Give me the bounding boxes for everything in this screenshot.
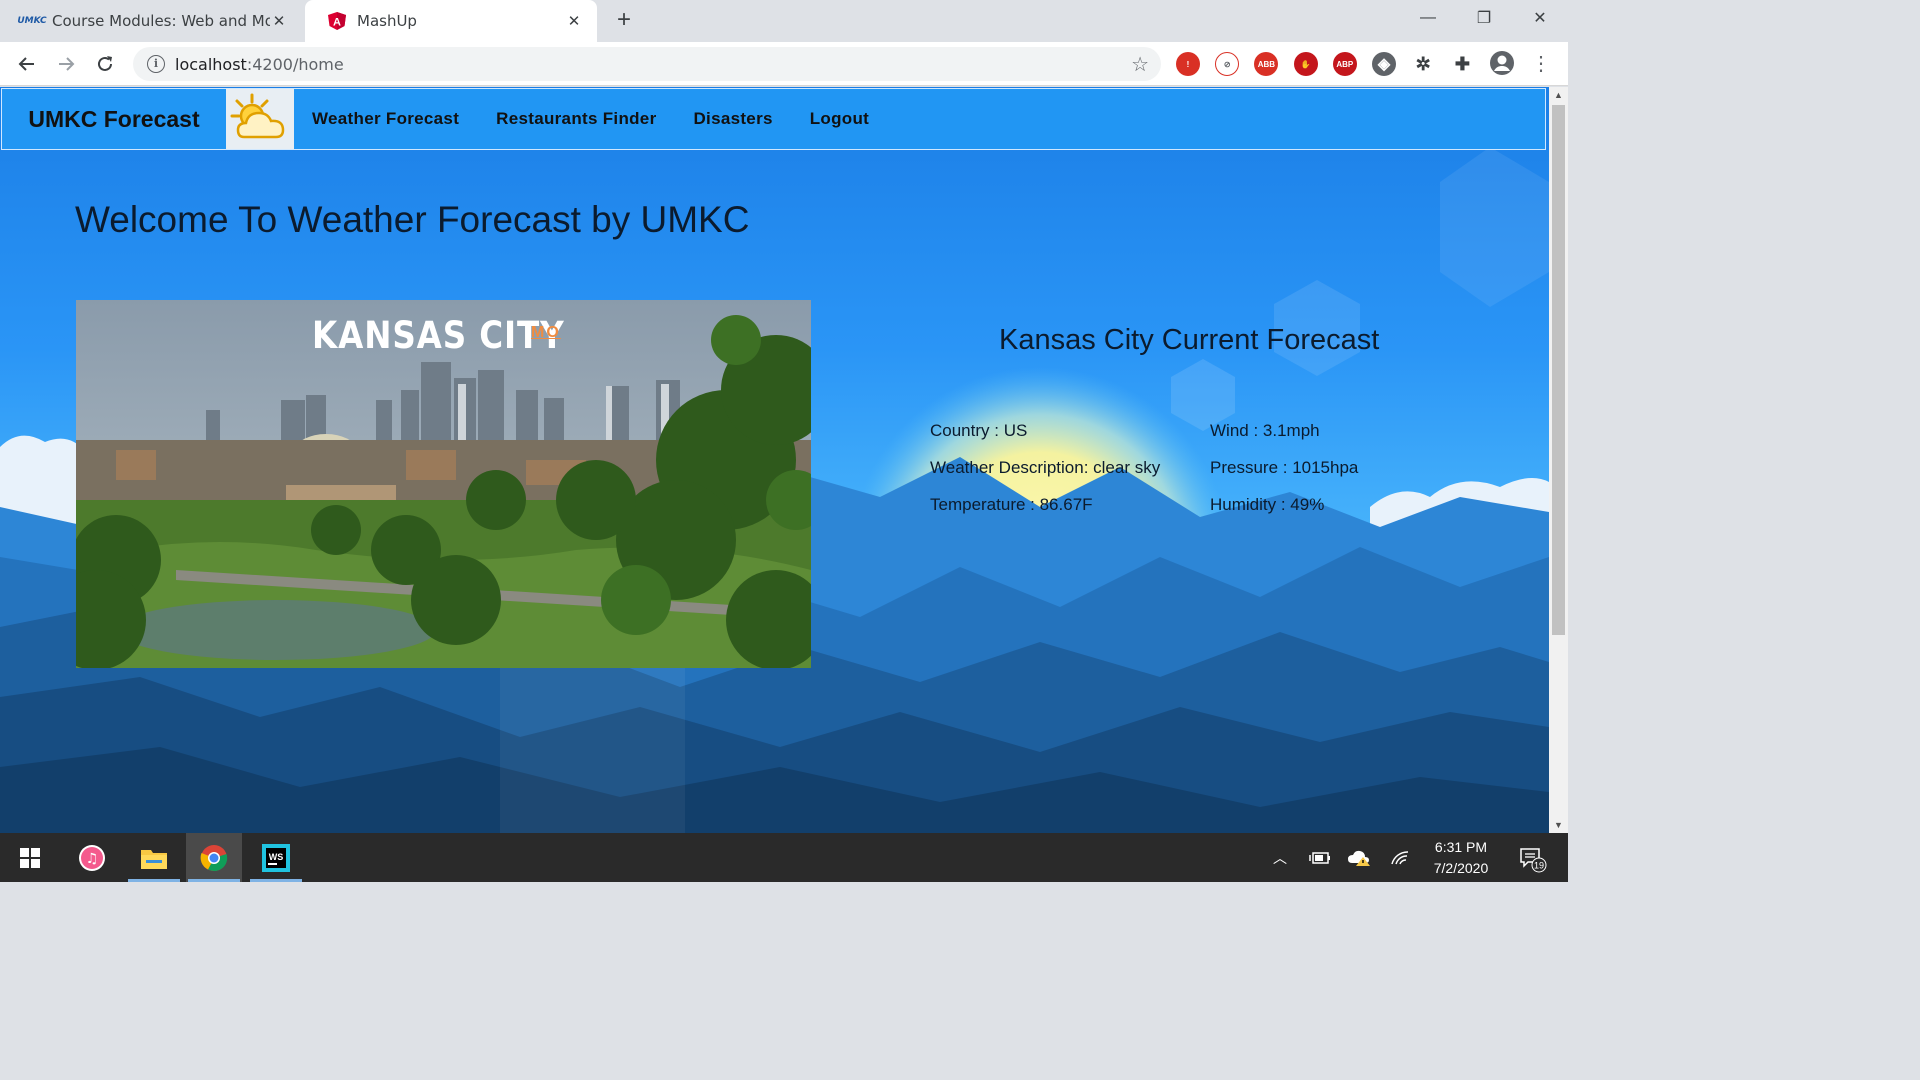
nav-restaurants-finder[interactable]: Restaurants Finder (478, 89, 675, 149)
forecast-description: Weather Description: clear sky (930, 458, 1161, 477)
file-explorer-icon[interactable] (126, 833, 182, 882)
forecast-temperature: Temperature : 86.67F (930, 495, 1093, 514)
brand-title[interactable]: UMKC Forecast (2, 89, 226, 149)
weather-logo-icon (226, 89, 294, 149)
bug-icon[interactable]: ✲ (1411, 52, 1436, 76)
angular-favicon: A (327, 11, 347, 31)
page-title: Welcome To Weather Forecast by UMKC (75, 199, 750, 240)
address-bar[interactable]: i localhost:4200/home ☆ (133, 47, 1161, 81)
city-name-caption: KANSAS CITY (312, 314, 565, 357)
bookmark-star-icon[interactable]: ☆ (1131, 52, 1149, 77)
close-tab-icon[interactable]: ✕ (565, 12, 583, 30)
city-skyline-image: KANSAS CITY MO (76, 300, 811, 668)
scrollbar-thumb[interactable] (1552, 105, 1565, 635)
tab-title: Course Modules: Web and Mobil (52, 12, 270, 30)
windows-taskbar: ♫ WS ︿ 6:31 PM 7/2/2020 19 (0, 833, 1568, 882)
new-tab-button[interactable]: + (610, 6, 638, 34)
chrome-icon[interactable] (186, 833, 242, 882)
webstorm-icon[interactable]: WS (248, 833, 304, 882)
forecast-country: Country : US (930, 421, 1028, 440)
nav-disasters[interactable]: Disasters (675, 89, 791, 149)
url-path: :4200/home (246, 54, 344, 74)
url-host: localhost (175, 54, 247, 74)
reload-icon[interactable] (91, 50, 119, 78)
profile-avatar-icon[interactable] (1488, 50, 1516, 78)
menu-kebab-icon[interactable]: ⋮ (1527, 50, 1555, 78)
minimize-button[interactable]: — (1400, 0, 1456, 36)
forecast-title: Kansas City Current Forecast (999, 324, 1380, 356)
forecast-pressure: Pressure : 1015hpa (1210, 458, 1359, 477)
itunes-icon[interactable]: ♫ (64, 833, 120, 882)
tab-strip: UMKC Course Modules: Web and Mobil ✕ A M… (0, 0, 1568, 42)
top-navbar: UMKC Forecast Weather Forecast Restauran… (1, 88, 1546, 150)
puzzle-icon[interactable]: ✚ (1450, 52, 1475, 76)
onedrive-warning-icon[interactable] (1344, 833, 1374, 882)
svg-text:WS: WS (269, 852, 284, 862)
battery-icon[interactable] (1306, 833, 1334, 882)
system-clock[interactable]: 6:31 PM 7/2/2020 (1418, 837, 1504, 879)
close-tab-icon[interactable]: ✕ (270, 12, 288, 30)
forecast-humidity: Humidity : 49% (1210, 495, 1325, 514)
clock-date: 7/2/2020 (1433, 860, 1489, 876)
nav-weather-forecast[interactable]: Weather Forecast (294, 89, 478, 149)
notification-center-icon[interactable]: 19 (1512, 833, 1552, 882)
page-viewport: UMKC Forecast Weather Forecast Restauran… (0, 87, 1549, 833)
state-caption: MO (531, 324, 561, 341)
forecast-wind: Wind : 3.1mph (1210, 421, 1320, 440)
tab-mashup[interactable]: A MashUp ✕ (305, 0, 597, 42)
wifi-icon[interactable] (1386, 833, 1414, 882)
tab-course-modules[interactable]: UMKC Course Modules: Web and Mobil ✕ (0, 0, 302, 42)
window-close-button[interactable]: ✕ (1512, 0, 1568, 36)
restore-button[interactable]: ❐ (1456, 0, 1512, 36)
start-icon[interactable] (2, 833, 58, 882)
clock-time: 6:31 PM (1434, 839, 1488, 855)
back-arrow-icon[interactable] (13, 50, 41, 78)
tab-title: MashUp (357, 12, 417, 30)
site-info-icon[interactable]: i (147, 55, 165, 73)
svg-text:♫: ♫ (86, 851, 99, 867)
ublock-icon[interactable]: ✋ (1293, 52, 1318, 76)
extension-1-icon[interactable]: ! (1176, 52, 1200, 76)
page-scrollbar[interactable]: ▲ ▼ (1549, 87, 1568, 833)
scroll-down-arrow-icon[interactable]: ▼ (1549, 817, 1568, 833)
extension-2-icon[interactable]: ⊘ (1215, 52, 1240, 76)
svg-text:A: A (333, 17, 341, 29)
nav-logout[interactable]: Logout (791, 89, 887, 149)
shield-icon[interactable]: ◈ (1372, 52, 1396, 76)
adblock-icon[interactable]: ABB (1254, 52, 1279, 76)
svg-text:19: 19 (1534, 860, 1544, 870)
browser-toolbar: i localhost:4200/home ☆ ! ⊘ ABB ✋ ABP ◈ ✲ ✚ ⋮ (0, 42, 1568, 86)
scroll-up-arrow-icon[interactable]: ▲ (1549, 87, 1568, 103)
abp-icon[interactable]: ABP (1332, 52, 1357, 76)
forward-arrow-icon[interactable] (52, 50, 80, 78)
tray-overflow-chevron-icon[interactable]: ︿ (1266, 833, 1294, 882)
umkc-favicon: UMKC (17, 16, 47, 26)
